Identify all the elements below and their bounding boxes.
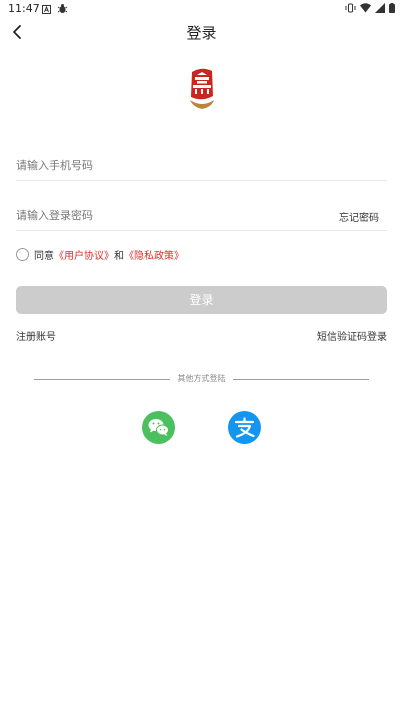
login-button[interactable]: 登录	[16, 286, 387, 314]
user-agreement-link[interactable]: 《用户协议》	[54, 247, 114, 262]
wechat-icon	[148, 419, 169, 436]
status-time: 11:47	[8, 2, 40, 15]
phone-input[interactable]	[16, 154, 316, 176]
status-left-icons	[42, 3, 68, 17]
status-right-icons	[345, 3, 395, 16]
password-field: 忘记密码	[16, 200, 387, 231]
wifi-icon	[360, 3, 371, 16]
agreement-row: 同意 《用户协议》 和 《隐私政策》	[16, 245, 184, 263]
phone-field	[16, 150, 387, 181]
page-title: 登录	[186, 24, 217, 42]
register-link[interactable]: 注册账号	[16, 328, 56, 343]
status-bar: 11:47	[0, 0, 403, 18]
sms-login-link[interactable]: 短信验证码登录	[317, 328, 387, 343]
agree-prefix-text: 同意	[34, 250, 54, 262]
notification-a-icon	[42, 4, 51, 17]
alipay-login-button[interactable]	[228, 411, 261, 444]
vibrate-icon	[345, 3, 356, 16]
password-input[interactable]	[16, 204, 316, 226]
battery-icon	[389, 3, 395, 16]
agree-and-text: 和	[114, 250, 124, 262]
privacy-policy-link[interactable]: 《隐私政策》	[124, 247, 184, 262]
wechat-login-button[interactable]	[142, 411, 175, 444]
signal-icon	[375, 3, 385, 16]
agreement-checkbox[interactable]	[16, 247, 29, 261]
nav-bar: 登录	[0, 18, 403, 46]
forgot-password-link[interactable]: 忘记密码	[339, 209, 379, 224]
alipay-icon	[234, 417, 255, 438]
bug-icon	[57, 3, 68, 17]
app-logo	[184, 66, 220, 114]
divider-right	[233, 379, 369, 380]
